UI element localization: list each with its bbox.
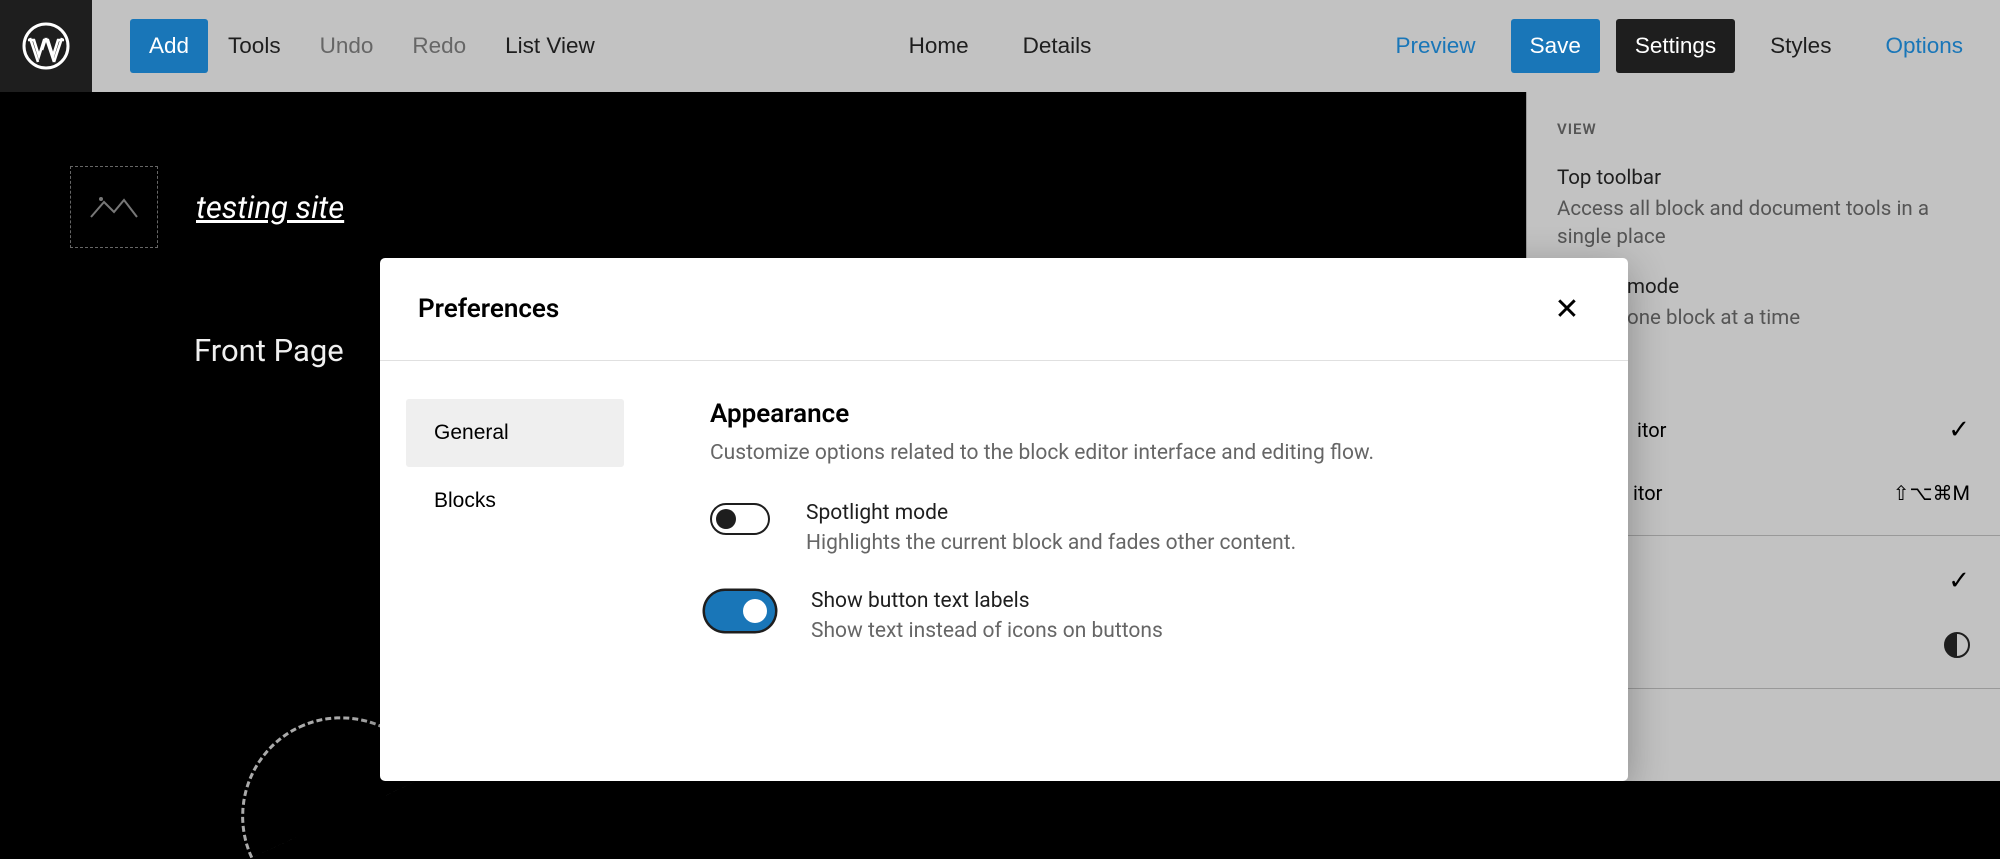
preferences-modal: Preferences ✕ General Blocks Appearance … — [380, 258, 1628, 781]
toolbar-left: Add Tools Undo Redo List View — [130, 19, 614, 73]
details-button[interactable]: Details — [1004, 19, 1111, 73]
close-icon: ✕ — [1554, 292, 1579, 327]
sidebar-item-desc: one block at a time — [1627, 305, 1970, 333]
view-section-label: VIEW — [1557, 120, 1970, 138]
contrast-icon — [1944, 632, 1970, 658]
preview-button[interactable]: Preview — [1377, 19, 1495, 73]
settings-button[interactable]: Settings — [1616, 19, 1735, 73]
sidebar-item-title: Top toolbar — [1557, 166, 1970, 190]
site-logo-placeholder[interactable] — [70, 166, 158, 248]
menu-label: itor — [1633, 481, 1662, 505]
modal-tabs: General Blocks — [380, 361, 650, 781]
add-button[interactable]: Add — [130, 19, 208, 73]
top-toolbar: Add Tools Undo Redo List View Home Detai… — [0, 0, 2000, 92]
home-button[interactable]: Home — [890, 19, 988, 73]
options-button[interactable]: Options — [1866, 19, 1982, 73]
modal-title: Preferences — [418, 294, 559, 324]
tab-blocks[interactable]: Blocks — [406, 467, 624, 535]
close-button[interactable]: ✕ — [1544, 286, 1590, 332]
spotlight-toggle[interactable] — [710, 503, 770, 535]
save-button[interactable]: Save — [1511, 19, 1600, 73]
check-icon: ✓ — [1948, 415, 1970, 445]
section-desc: Customize options related to the block e… — [710, 441, 1568, 465]
pref-label: Spotlight mode — [806, 501, 1296, 525]
site-title[interactable]: testing site — [196, 189, 344, 226]
image-placeholder-icon — [89, 192, 139, 222]
pref-label: Show button text labels — [811, 589, 1163, 613]
sidebar-item-mode[interactable]: mode one block at a time — [1627, 275, 1970, 333]
pref-desc: Show text instead of icons on buttons — [811, 619, 1163, 643]
pref-desc: Highlights the current block and fades o… — [806, 531, 1296, 555]
sidebar-item-top-toolbar[interactable]: Top toolbar Access all block and documen… — [1557, 166, 1970, 251]
wordpress-icon — [22, 22, 70, 70]
toolbar-right: Preview Save Settings Styles Options — [1377, 19, 1982, 73]
modal-header: Preferences ✕ — [380, 258, 1628, 361]
toolbar-center: Home Details — [890, 19, 1111, 73]
sidebar-item-title: mode — [1627, 275, 1970, 299]
modal-body: General Blocks Appearance Customize opti… — [380, 361, 1628, 781]
list-view-button[interactable]: List View — [486, 19, 614, 73]
undo-button[interactable]: Undo — [301, 19, 393, 73]
modal-content: Appearance Customize options related to … — [650, 361, 1628, 781]
styles-button[interactable]: Styles — [1751, 19, 1850, 73]
wordpress-logo[interactable] — [0, 0, 92, 92]
check-icon: ✓ — [1948, 566, 1970, 596]
section-title: Appearance — [710, 399, 1568, 429]
menu-label: itor — [1637, 418, 1666, 442]
pref-spotlight-mode: Spotlight mode Highlights the current bl… — [710, 501, 1568, 555]
keyboard-shortcut: ⇧⌥⌘M — [1893, 481, 1970, 505]
tools-button[interactable]: Tools — [209, 19, 300, 73]
button-labels-toggle[interactable] — [705, 591, 775, 631]
tab-general[interactable]: General — [406, 399, 624, 467]
pref-show-button-labels: Show button text labels Show text instea… — [705, 589, 1568, 643]
sidebar-item-desc: Access all block and document tools in a… — [1557, 196, 1970, 251]
redo-button[interactable]: Redo — [393, 19, 485, 73]
